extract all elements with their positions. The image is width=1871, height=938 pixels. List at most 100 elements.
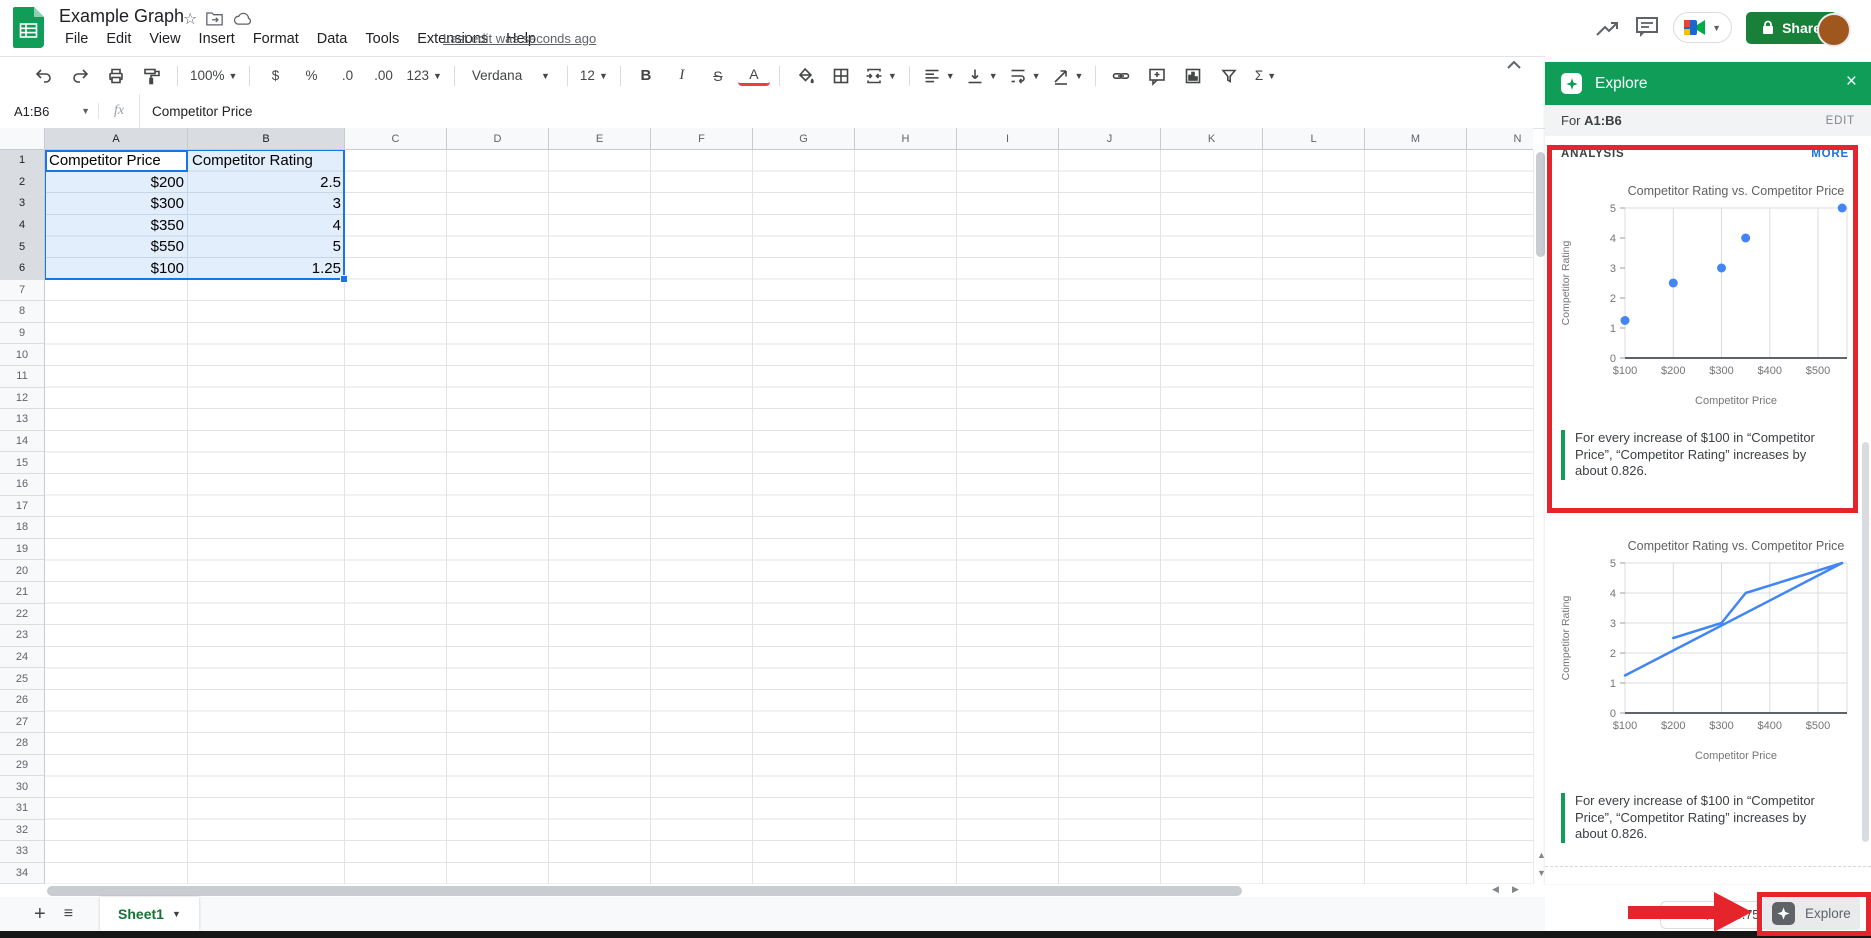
text-rotation-button[interactable]: ▼	[1048, 63, 1087, 89]
row-header-28[interactable]: 28	[0, 733, 45, 755]
sheets-logo-icon[interactable]	[13, 7, 44, 48]
menu-data[interactable]: Data	[310, 29, 355, 49]
row-header-25[interactable]: 25	[0, 668, 45, 690]
format-currency-button[interactable]: $	[259, 63, 291, 89]
row-header-7[interactable]: 7	[0, 280, 45, 302]
borders-button[interactable]	[825, 63, 857, 89]
print-button[interactable]	[100, 63, 132, 89]
italic-button[interactable]: I	[666, 63, 698, 89]
column-header-a[interactable]: A	[45, 128, 188, 150]
horizontal-scrollbar-thumb[interactable]	[47, 886, 1242, 896]
row-header-10[interactable]: 10	[0, 344, 45, 366]
font-size-button[interactable]: 12▼	[577, 63, 611, 89]
cloud-saved-icon[interactable]	[233, 11, 252, 26]
row-header-33[interactable]: 33	[0, 841, 45, 863]
cell-B2[interactable]: 2.5	[188, 172, 345, 194]
row-header-16[interactable]: 16	[0, 474, 45, 496]
cell-B4[interactable]: 4	[188, 215, 345, 237]
name-box[interactable]: A1:B6 ▼	[0, 104, 98, 119]
row-header-2[interactable]: 2	[0, 172, 45, 194]
row-header-21[interactable]: 21	[0, 582, 45, 604]
avatar[interactable]	[1817, 13, 1851, 47]
row-header-6[interactable]: 6	[0, 258, 45, 280]
row-header-27[interactable]: 27	[0, 712, 45, 734]
cell-A2[interactable]: $200	[45, 172, 188, 194]
row-header-34[interactable]: 34	[0, 863, 45, 884]
fill-color-button[interactable]	[789, 63, 821, 89]
explore-button[interactable]: Explore	[1763, 897, 1860, 930]
cell-B1[interactable]: Competitor Rating	[188, 150, 345, 172]
column-header-g[interactable]: G	[753, 128, 855, 150]
panel-scrollbar-thumb[interactable]	[1862, 442, 1869, 842]
menu-insert[interactable]: Insert	[192, 29, 242, 49]
insert-link-button[interactable]	[1105, 63, 1137, 89]
increase-decimals-button[interactable]: .00	[367, 63, 399, 89]
row-header-29[interactable]: 29	[0, 755, 45, 777]
strikethrough-button[interactable]: S	[702, 63, 734, 89]
document-title[interactable]: Example Graph	[59, 6, 184, 27]
cell-A1[interactable]: Competitor Price	[45, 150, 188, 172]
star-icon[interactable]: ☆	[183, 9, 197, 29]
insert-comment-button[interactable]	[1141, 63, 1173, 89]
row-header-11[interactable]: 11	[0, 366, 45, 388]
row-header-20[interactable]: 20	[0, 560, 45, 582]
number-format-button[interactable]: 123▼	[403, 63, 444, 89]
menu-file[interactable]: File	[58, 29, 95, 49]
row-headers[interactable]: 1234567891011121314151617181920212223242…	[0, 150, 45, 884]
cell-B3[interactable]: 3	[188, 193, 345, 215]
column-header-n[interactable]: N	[1467, 128, 1533, 150]
row-header-24[interactable]: 24	[0, 647, 45, 669]
vertical-scrollbar-thumb[interactable]	[1536, 152, 1545, 257]
row-header-8[interactable]: 8	[0, 301, 45, 323]
more-link[interactable]: MORE	[1811, 148, 1849, 160]
row-header-1[interactable]: 1	[0, 150, 45, 172]
row-header-5[interactable]: 5	[0, 236, 45, 258]
row-header-14[interactable]: 14	[0, 431, 45, 453]
row-header-15[interactable]: 15	[0, 452, 45, 474]
cell-A3[interactable]: $300	[45, 193, 188, 215]
row-header-18[interactable]: 18	[0, 517, 45, 539]
scroll-left-icon[interactable]: ◀	[1492, 884, 1499, 895]
redo-button[interactable]	[64, 63, 96, 89]
column-header-i[interactable]: I	[957, 128, 1059, 150]
move-folder-icon[interactable]	[206, 11, 223, 26]
collapse-toolbar-icon[interactable]	[1506, 60, 1522, 70]
meet-button[interactable]: ▼	[1673, 12, 1732, 43]
comment-history-icon[interactable]	[1635, 16, 1659, 39]
formula-input[interactable]: Competitor Price	[139, 94, 1545, 128]
scatter-chart[interactable]: 012345$100$200$300$400$500Competitor Rat…	[1557, 180, 1857, 410]
cell-B6[interactable]: 1.25	[188, 258, 345, 280]
cell-A5[interactable]: $550	[45, 236, 188, 258]
menu-tools[interactable]: Tools	[358, 29, 406, 49]
all-sheets-icon[interactable]: ≡	[64, 905, 72, 923]
zoom-button[interactable]: 100%▼	[187, 63, 240, 89]
activity-trend-icon[interactable]	[1595, 17, 1621, 39]
row-header-3[interactable]: 3	[0, 193, 45, 215]
edit-range-link[interactable]: EDIT	[1826, 115, 1855, 127]
row-header-13[interactable]: 13	[0, 409, 45, 431]
merge-cells-button[interactable]: ▼	[861, 63, 900, 89]
row-header-22[interactable]: 22	[0, 604, 45, 626]
column-header-l[interactable]: L	[1263, 128, 1365, 150]
font-family-button[interactable]: Verdana▼	[464, 63, 558, 89]
scroll-right-icon[interactable]: ▶	[1512, 884, 1519, 895]
menu-edit[interactable]: Edit	[99, 29, 138, 49]
select-all-corner[interactable]	[0, 128, 45, 150]
column-header-b[interactable]: B	[188, 128, 345, 150]
row-header-9[interactable]: 9	[0, 323, 45, 345]
horizontal-align-button[interactable]: ▼	[919, 63, 958, 89]
column-header-j[interactable]: J	[1059, 128, 1161, 150]
bold-button[interactable]: B	[630, 63, 662, 89]
column-header-h[interactable]: H	[855, 128, 957, 150]
column-header-e[interactable]: E	[549, 128, 651, 150]
format-percent-button[interactable]: %	[295, 63, 327, 89]
add-sheet-button[interactable]: +	[34, 903, 46, 926]
column-headers[interactable]: ABCDEFGHIJKLMN	[45, 128, 1533, 150]
text-wrap-button[interactable]: ▼	[1005, 63, 1044, 89]
text-color-button[interactable]: A	[738, 65, 770, 86]
line-chart[interactable]: 012345$100$200$300$400$500Competitor Rat…	[1557, 535, 1857, 765]
row-header-26[interactable]: 26	[0, 690, 45, 712]
close-icon[interactable]: ×	[1846, 71, 1857, 93]
sheet-tab[interactable]: Sheet1 ▼	[100, 897, 199, 931]
functions-button[interactable]: Σ▼	[1249, 63, 1281, 89]
